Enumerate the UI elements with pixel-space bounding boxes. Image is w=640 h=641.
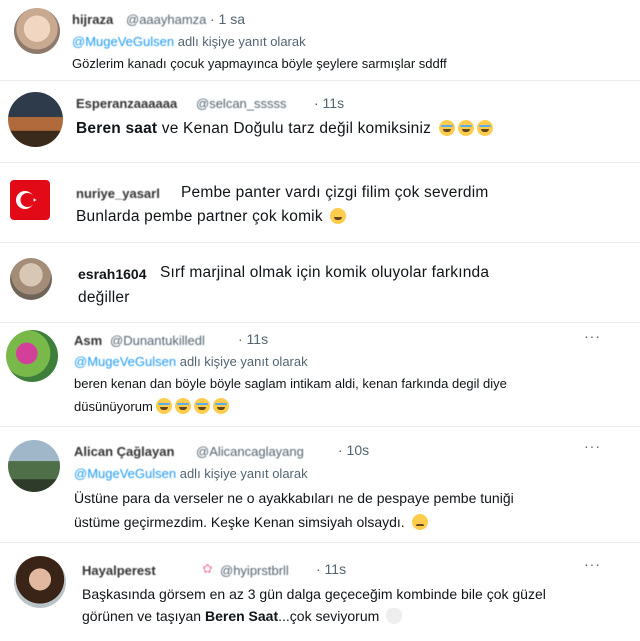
avatar[interactable] — [8, 440, 60, 492]
tweet-line: Gözlerim kanadı çocuk yapmayınca böyle ş… — [72, 56, 447, 71]
tweet-line: Üstüne para da verseler ne o ayakkabılar… — [74, 490, 514, 506]
flower-icon: ✿ — [202, 561, 213, 576]
laughing-tears-icon — [476, 120, 493, 136]
divider — [0, 542, 640, 543]
divider — [0, 242, 640, 243]
tweet-line: Bunlarda pembe partner çok komik — [76, 208, 323, 225]
tweet-text: Bunlarda pembe partner çok komik — [76, 208, 347, 226]
tweet-3: nuriye_yasarl Pembe panter vardı çizgi f… — [0, 164, 640, 240]
reply-mention[interactable]: @MugeVeGulsen — [74, 466, 176, 481]
tweet-text: üstüme geçirmezdim. Keşke Kenan simsiyah… — [74, 514, 428, 530]
more-options-button[interactable]: ··· — [584, 556, 601, 572]
reply-context: @MugeVeGulsen adlı kişiye yanıt olarak — [72, 34, 306, 49]
divider — [0, 322, 640, 323]
avatar[interactable] — [8, 92, 63, 147]
more-options-button[interactable]: ··· — [584, 328, 601, 344]
tweet-1: hijraza @aaayhamza · 1 sa @MugeVeGulsen … — [0, 0, 640, 78]
tweet-text: Beren saat ve Kenan Doğulu tarz değil ko… — [76, 120, 493, 138]
handle[interactable]: @selcan_sssss — [196, 96, 287, 111]
timestamp[interactable]: · 11s — [238, 331, 268, 347]
tweet-line: görünen ve taşıyan — [82, 608, 202, 624]
reply-mention[interactable]: @MugeVeGulsen — [74, 354, 176, 369]
white-heart-icon — [386, 608, 403, 624]
username[interactable]: Asm — [74, 333, 102, 348]
username[interactable]: hijraza — [72, 12, 113, 27]
timestamp[interactable]: · 10s — [338, 442, 369, 458]
tweet-4: esrah1604 Sırf marjinal olmak için komik… — [0, 244, 640, 320]
handle[interactable]: @aaayhamza — [126, 12, 206, 27]
tweet-text: Başkasında görsem en az 3 gün dalga geçe… — [82, 586, 546, 602]
tweet-line: beren kenan dan böyle böyle saglam intik… — [74, 376, 507, 391]
handle[interactable]: @Dunantukilledl — [110, 333, 205, 348]
avatar[interactable] — [10, 258, 52, 300]
username[interactable]: esrah1604 — [78, 266, 147, 282]
tweet-text: Üstüne para da verseler ne o ayakkabılar… — [74, 490, 514, 506]
tweet-text: Gözlerim kanadı çocuk yapmayınca böyle ş… — [72, 56, 447, 71]
tweet-line: Sırf marjinal olmak için komik oluyolar … — [160, 264, 490, 281]
rofl-icon — [212, 398, 229, 414]
tweet-line: Pembe panter vardı çizgi filim çok sever… — [181, 184, 489, 201]
laughing-tears-icon — [457, 120, 474, 136]
tweet-line: Başkasında görsem en az 3 gün dalga geçe… — [82, 586, 546, 602]
tweet-line: üstüme geçirmezdim. Keşke Kenan simsiyah… — [74, 514, 405, 530]
avatar[interactable] — [14, 556, 66, 608]
tweet-6: Alican Çağlayan @Alicancaglayang · 10s ·… — [0, 428, 640, 540]
rofl-icon — [193, 398, 210, 414]
tweet-text: beren kenan dan böyle böyle saglam intik… — [74, 376, 507, 391]
grinning-squinting-icon — [330, 208, 347, 224]
username[interactable]: nuriye_yasarl — [76, 186, 160, 201]
divider — [0, 426, 640, 427]
avatar[interactable] — [6, 330, 58, 382]
tweet-5: Asm @Dunantukilledl · 11s ··· @MugeVeGul… — [0, 324, 640, 424]
tweet-7: Hayalperest ✿ @hyiprstbrll · 11s ··· Baş… — [0, 544, 640, 641]
turkish-flag-icon[interactable] — [10, 180, 50, 220]
timestamp[interactable]: · 1 sa — [210, 11, 245, 27]
reply-context: @MugeVeGulsen adlı kişiye yanıt olarak — [74, 354, 308, 369]
more-options-button[interactable]: ··· — [584, 438, 601, 454]
reply-context: @MugeVeGulsen adlı kişiye yanıt olarak — [74, 466, 308, 481]
tweet-text: Pembe panter vardı çizgi filim çok sever… — [181, 184, 489, 202]
reply-suffix: adlı kişiye yanıt olarak — [179, 466, 308, 481]
tweet-line: düsünüyorum — [74, 399, 153, 414]
tweet-line: değiller — [78, 289, 130, 306]
tweet-2: Esperanzaaaaaa @selcan_sssss · 11s Beren… — [0, 82, 640, 162]
divider — [0, 80, 640, 81]
username[interactable]: Alican Çağlayan — [74, 444, 174, 459]
crescent-star-icon — [16, 191, 37, 209]
divider — [0, 162, 640, 163]
laughing-tears-icon — [438, 120, 455, 136]
reply-suffix: adlı kişiye yanıt olarak — [177, 34, 306, 49]
handle[interactable]: @Alicancaglayang — [196, 444, 304, 459]
timestamp[interactable]: · 11s — [314, 95, 344, 111]
avatar[interactable] — [14, 8, 60, 54]
tweet-text: düsünüyorum — [74, 398, 229, 414]
tweet-tail: ...çok seviyorum — [278, 608, 380, 624]
handle[interactable]: @hyiprstbrll — [220, 563, 289, 578]
mention-bold: Beren Saat — [204, 608, 279, 624]
username[interactable]: Esperanzaaaaaa — [76, 96, 177, 111]
tweet-text: görünen ve taşıyan Beren Saat...çok sevi… — [82, 608, 403, 624]
reply-suffix: adlı kişiye yanıt olarak — [179, 354, 308, 369]
username[interactable]: Hayalperest — [82, 563, 156, 578]
rofl-icon — [155, 398, 172, 414]
timestamp[interactable]: · 11s — [316, 561, 346, 577]
tweet-text: değiller — [78, 289, 130, 307]
tweet-text: Sırf marjinal olmak için komik oluyolar … — [160, 264, 489, 282]
rofl-icon — [174, 398, 191, 414]
tweet-line: ve Kenan Doğulu tarz değil komiksiniz — [157, 120, 432, 137]
reply-mention[interactable]: @MugeVeGulsen — [72, 34, 174, 49]
worried-face-icon — [411, 514, 428, 530]
mention-bold: Beren saat — [76, 120, 158, 137]
